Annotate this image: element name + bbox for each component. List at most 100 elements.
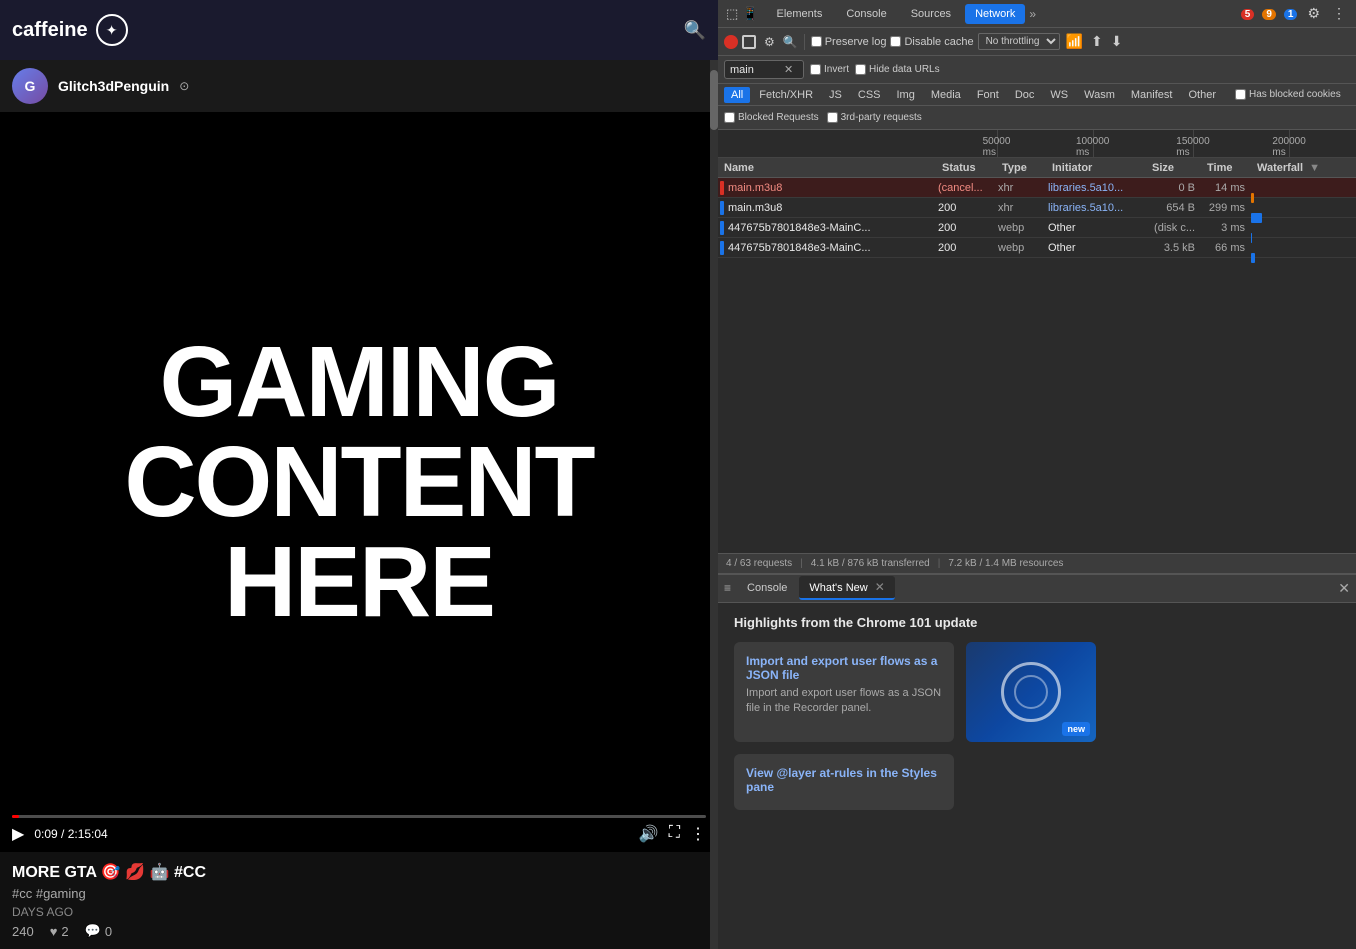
main-scroll[interactable] [710,60,718,949]
filter-clear-icon[interactable]: ✕ [784,63,793,76]
whats-new-close-icon[interactable]: ✕ [875,580,885,594]
update-cards-row-2: View @layer at-rules in the Styles pane [734,754,1340,810]
has-blocked-cookies-checkbox[interactable] [1235,89,1246,100]
col-waterfall-header[interactable]: Waterfall ▼ [1253,162,1356,174]
filter-tab-other[interactable]: Other [1181,87,1223,103]
tab-console[interactable]: Console [836,4,896,24]
row1-initiator-link[interactable]: libraries.5a10... [1048,182,1123,194]
disable-cache-checkbox[interactable] [890,36,901,47]
record-button[interactable] [724,35,738,49]
update-card-2-title: View @layer at-rules in the Styles pane [746,766,942,794]
filter-tab-manifest[interactable]: Manifest [1124,87,1180,103]
preserve-log-checkbox[interactable] [811,36,822,47]
disable-cache-label[interactable]: Disable cache [890,36,973,48]
row1-type: xhr [994,182,1044,194]
bottom-tab-console[interactable]: Console [737,578,797,598]
stop-button[interactable] [742,35,756,49]
third-party-label[interactable]: 3rd-party requests [827,112,922,123]
current-time: 0:09 [34,827,57,841]
hide-data-urls-label[interactable]: Hide data URLs [855,64,940,75]
has-blocked-cookies-label[interactable]: Has blocked cookies [1235,89,1341,100]
more-tabs-icon[interactable]: » [1029,7,1036,21]
table-row[interactable]: 447675b7801848e3-MainC... 200 webp Other… [718,238,1356,258]
blocked-requests-checkbox[interactable] [724,112,735,123]
update-card-2[interactable]: View @layer at-rules in the Styles pane [734,754,954,810]
preserve-log-label[interactable]: Preserve log [811,36,887,48]
row2-initiator-link[interactable]: libraries.5a10... [1048,202,1123,214]
devtools-device-icon[interactable]: 📱 [742,6,758,22]
col-size-header[interactable]: Size [1148,162,1203,174]
col-type-header[interactable]: Type [998,162,1048,174]
filter-tab-xhr[interactable]: Fetch/XHR [752,87,820,103]
col-name-header[interactable]: Name [718,162,938,174]
filter-input[interactable] [730,64,780,76]
volume-button[interactable]: 🔊 [639,824,659,844]
filter-tab-doc[interactable]: Doc [1008,87,1042,103]
filter-tab-css[interactable]: CSS [851,87,888,103]
row3-time: 3 ms [1199,222,1249,234]
total-time: 2:15:04 [68,827,108,841]
col-status-header[interactable]: Status [938,162,998,174]
filter-tab-all[interactable]: All [724,87,750,103]
third-party-checkbox[interactable] [827,112,838,123]
download-icon[interactable]: ⬇ [1109,31,1125,52]
filter-tab-font[interactable]: Font [970,87,1006,103]
update-card-1[interactable]: Import and export user flows as a JSON f… [734,642,954,742]
tab-network[interactable]: Network [965,4,1025,24]
more-options-button[interactable]: ⋮ [690,824,706,844]
row1-initiator: libraries.5a10... [1044,182,1144,194]
col-initiator-header[interactable]: Initiator [1048,162,1148,174]
blocked-requests-label[interactable]: Blocked Requests [724,112,819,123]
col-time-header[interactable]: Time [1203,162,1253,174]
resources-amount: 7.2 kB / 1.4 MB resources [948,558,1063,569]
disable-cache-text: Disable cache [904,36,973,48]
row4-status: 200 [934,242,994,254]
warn-badge: 9 [1262,9,1276,20]
more-options-devtools-icon[interactable]: ⋮ [1330,3,1348,24]
filter-tab-js[interactable]: JS [822,87,849,103]
row1-size: 0 B [1144,182,1199,194]
row4-type: webp [994,242,1044,254]
filter-tab-ws[interactable]: WS [1043,87,1075,103]
hide-data-urls-checkbox[interactable] [855,64,866,75]
devtools-panel: ⬚ 📱 Elements Console Sources Network » 5… [718,0,1356,949]
table-row[interactable]: main.m3u8 (cancel... xhr libraries.5a10.… [718,178,1356,198]
search-network-icon[interactable]: 🔍 [783,35,798,49]
tab-sources[interactable]: Sources [901,4,961,24]
progress-bar[interactable] [12,815,706,818]
bottom-panel-close-icon[interactable]: ✕ [1338,580,1350,597]
settings-icon[interactable]: ⚙ [1305,3,1322,24]
upload-icon[interactable]: ⬆ [1089,31,1105,52]
channel-name: Glitch3dPenguin [58,78,169,94]
invert-checkbox[interactable] [810,64,821,75]
row2-name-cell: main.m3u8 [718,201,934,215]
fullscreen-button[interactable]: ⛶ [669,824,680,844]
view-count: 240 [12,924,34,939]
play-pause-button[interactable]: ▶ [12,824,24,844]
info-badge: 1 [1284,9,1298,20]
row2-indicator [720,201,724,215]
invert-label[interactable]: Invert [810,64,849,75]
bottom-tab-whats-new[interactable]: What's New ✕ [799,576,894,600]
tab-elements[interactable]: Elements [766,4,832,24]
scroll-thumb [710,70,718,130]
stats-row: 240 ♥ 2 💬 0 [12,923,706,939]
filter-tab-wasm[interactable]: Wasm [1077,87,1122,103]
throttle-select[interactable]: No throttling [978,33,1060,50]
table-row[interactable]: main.m3u8 200 xhr libraries.5a10... 654 … [718,198,1356,218]
warn-badge-wrap: 9 [1262,8,1276,20]
timeline-name-spacer [718,130,938,157]
search-icon[interactable]: 🔍 [684,20,706,41]
wifi-icon[interactable]: 📶 [1064,31,1085,52]
bottom-tabs: ≡ Console What's New ✕ ✕ [718,575,1356,603]
devtools-cursor-icon[interactable]: ⬚ [726,6,738,22]
filter-tab-img[interactable]: Img [890,87,922,103]
bottom-panel-menu-icon[interactable]: ≡ [724,581,731,595]
filter-tab-media[interactable]: Media [924,87,968,103]
requests-count: 4 / 63 requests [726,558,792,569]
filter-icon[interactable]: ⚙ [760,33,779,51]
invert-text: Invert [824,64,849,75]
row3-type: webp [994,222,1044,234]
row4-indicator [720,241,724,255]
name-header-text: Name [724,162,754,174]
